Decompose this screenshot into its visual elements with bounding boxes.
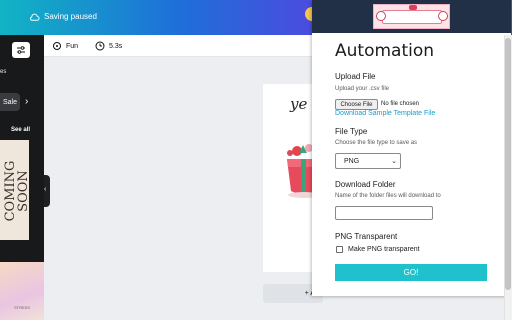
file-type-heading: File Type <box>335 127 368 136</box>
download-folder-description: Name of the folder files will download t… <box>335 193 441 199</box>
editor-toolbar: Fun 5.3s <box>44 35 312 57</box>
chevron-left-icon: ‹ <box>44 186 47 193</box>
scrollbar-thumb[interactable] <box>505 38 511 290</box>
file-type-description: Choose the file type to save as <box>335 140 418 146</box>
hello-kitty-banner-image <box>373 4 450 29</box>
see-all-link[interactable]: See all <box>11 127 30 133</box>
kitty-icon <box>438 11 448 21</box>
popup-header <box>312 0 511 33</box>
automation-extension-popup: Automation Upload File Upload your .csv … <box>312 0 511 296</box>
bow-icon <box>409 5 417 10</box>
download-folder-heading: Download Folder <box>335 180 396 189</box>
popup-title: Automation <box>335 41 435 61</box>
banner-frame <box>382 10 442 24</box>
download-folder-input[interactable] <box>335 206 433 220</box>
collapse-panel-handle[interactable]: ‹ <box>44 175 50 207</box>
duration-label: 5.3s <box>109 42 123 50</box>
file-type-select[interactable]: PNG ⌄ <box>335 153 401 169</box>
png-transparent-heading: PNG Transparent <box>335 232 398 241</box>
cloud-icon <box>30 13 40 21</box>
animation-style-button[interactable]: Fun <box>52 39 78 53</box>
go-button[interactable]: GO! <box>335 264 487 281</box>
upload-file-heading: Upload File <box>335 72 376 81</box>
png-transparent-checkbox[interactable] <box>336 246 343 253</box>
filter-icon <box>17 45 25 54</box>
sparkle-icon <box>53 42 61 50</box>
png-transparent-label: Make PNG transparent <box>348 246 420 253</box>
thumbnail-text: COMING SOON <box>3 160 29 222</box>
design-text: ye <box>290 95 308 113</box>
upload-file-description: Upload your .csv file <box>335 86 390 92</box>
file-type-selected-value: PNG <box>344 157 360 165</box>
duration-button[interactable]: 5.3s <box>95 39 122 53</box>
section-heading-fragment: es <box>0 69 7 75</box>
template-thumbnail[interactable]: STRESS <box>0 262 44 320</box>
choose-file-button[interactable]: Choose File <box>335 99 378 110</box>
saving-status: Saving paused <box>44 12 97 21</box>
thumbnail-text: STRESS <box>14 305 31 310</box>
animation-style-label: Fun <box>66 42 79 50</box>
chevron-right-icon[interactable]: › <box>25 96 28 107</box>
clock-icon <box>95 41 105 51</box>
kitty-icon <box>376 11 386 21</box>
chevron-down-icon: ⌄ <box>391 158 397 165</box>
no-file-chosen-text: No file chosen <box>381 101 420 107</box>
filter-button[interactable] <box>12 42 30 58</box>
download-sample-link[interactable]: Download Sample Template File <box>335 110 435 117</box>
sale-chip[interactable]: Sale <box>0 93 20 111</box>
template-thumbnail[interactable]: COMING SOON <box>0 140 29 240</box>
